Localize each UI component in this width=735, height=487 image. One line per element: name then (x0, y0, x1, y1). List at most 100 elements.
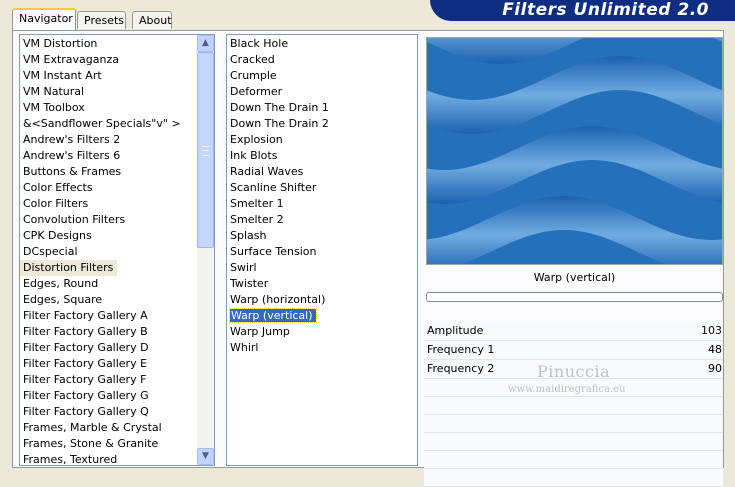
category-item[interactable]: Frames, Marble & Crystal (20, 420, 214, 436)
filter-item-label: Down The Drain 2 (230, 117, 329, 130)
param-row-amplitude[interactable]: Amplitude 103 (424, 322, 723, 341)
category-item[interactable]: Buttons & Frames (20, 164, 214, 180)
filter-item-label: Swirl (230, 261, 257, 274)
filter-item[interactable]: Warp Jump (227, 324, 417, 340)
category-item[interactable]: Frames, Textured (20, 452, 214, 465)
filter-item-label: Twister (230, 277, 269, 290)
filter-item[interactable]: Smelter 2 (227, 212, 417, 228)
filter-item[interactable]: Radial Waves (227, 164, 417, 180)
category-item[interactable]: VM Instant Art (20, 68, 214, 84)
filter-item[interactable]: Deformer (227, 84, 417, 100)
scroll-down-button[interactable]: ▼ (197, 448, 214, 465)
filter-item[interactable]: Smelter 1 (227, 196, 417, 212)
category-item[interactable]: Andrew's Filters 6 (20, 148, 214, 164)
filter-item-label: Cracked (230, 53, 275, 66)
parameter-table: Amplitude 103 Frequency 1 48 Frequency 2… (424, 322, 723, 487)
filter-item[interactable]: Scanline Shifter (227, 180, 417, 196)
param-name: Frequency 1 (427, 343, 495, 356)
param-value[interactable]: 103 (701, 322, 722, 340)
filter-item-label: Black Hole (230, 37, 289, 50)
filter-item-label: Smelter 2 (230, 213, 284, 226)
filter-item[interactable]: Down The Drain 1 (227, 100, 417, 116)
filter-item[interactable]: Explosion (227, 132, 417, 148)
chevron-down-icon: ▼ (202, 451, 209, 461)
scroll-thumb[interactable] (197, 52, 214, 248)
filter-item[interactable]: Swirl (227, 260, 417, 276)
filter-item[interactable]: Whirl (227, 340, 417, 356)
filter-item-label: Whirl (230, 341, 259, 354)
category-item[interactable]: Color Effects (20, 180, 214, 196)
title-banner: Filters Unlimited 2.0 (430, 0, 735, 21)
filter-item-label: Explosion (230, 133, 283, 146)
category-item[interactable]: Frames, Stone & Granite (20, 436, 214, 452)
tab-presets[interactable]: Presets (77, 11, 126, 29)
filter-item-label: Down The Drain 1 (230, 101, 329, 114)
empty-param-row (424, 433, 723, 451)
category-item[interactable]: Filter Factory Gallery G (20, 388, 214, 404)
category-item[interactable]: Convolution Filters (20, 212, 214, 228)
category-list[interactable]: VM Distortion VM Extravaganza VM Instant A… (19, 34, 215, 466)
category-item[interactable]: Filter Factory Gallery F (20, 372, 214, 388)
preview-image (426, 37, 723, 265)
category-item[interactable]: CPK Designs (20, 228, 214, 244)
category-item[interactable]: &<Sandflower Specials"v" > (20, 116, 214, 132)
filter-item-label: Radial Waves (230, 165, 304, 178)
chevron-up-icon: ▲ (202, 38, 209, 48)
category-item[interactable]: Andrew's Filters 2 (20, 132, 214, 148)
filter-item[interactable]: Crumple (227, 68, 417, 84)
preview-wave-image (427, 38, 722, 264)
param-name: Frequency 2 (427, 362, 495, 375)
filter-item-label: Ink Blots (230, 149, 278, 162)
category-item[interactable]: Filter Factory Gallery B (20, 324, 214, 340)
filter-item[interactable]: Cracked (227, 52, 417, 68)
watermark-url: www.maidiregrafica.eu (508, 384, 626, 395)
filter-item-label: Warp (vertical) (229, 308, 317, 323)
watermark-name: Pinuccia (537, 362, 611, 381)
filter-item[interactable]: Twister (227, 276, 417, 292)
category-item[interactable]: Edges, Round (20, 276, 214, 292)
category-item[interactable]: Color Filters (20, 196, 214, 212)
category-item[interactable]: VM Distortion (20, 36, 214, 52)
category-scrollbar[interactable]: ▲ ▼ (197, 35, 214, 465)
filter-item[interactable]: Warp (vertical) (227, 308, 417, 324)
empty-param-row (424, 415, 723, 433)
empty-param-row (424, 451, 723, 469)
filter-item-label: Scanline Shifter (230, 181, 317, 194)
category-item[interactable]: Filter Factory Gallery E (20, 356, 214, 372)
scroll-up-button[interactable]: ▲ (197, 35, 214, 52)
tab-about[interactable]: About (132, 11, 172, 29)
tab-navigator[interactable]: Navigator (12, 8, 76, 30)
filter-item[interactable]: Warp (horizontal) (227, 292, 417, 308)
category-item[interactable]: VM Natural (20, 84, 214, 100)
param-value[interactable]: 90 (708, 360, 722, 378)
filter-item-label: Surface Tension (230, 245, 317, 258)
category-item[interactable]: VM Toolbox (20, 100, 214, 116)
preview-filter-label: Warp (vertical) (533, 271, 616, 284)
category-item[interactable]: VM Extravaganza (20, 52, 214, 68)
category-item[interactable]: Filter Factory Gallery D (20, 340, 214, 356)
filter-item-label: Warp (horizontal) (230, 293, 326, 306)
grip-icon (202, 146, 209, 156)
category-item[interactable]: Filter Factory Gallery Q (20, 404, 214, 420)
param-row-frequency-1[interactable]: Frequency 1 48 (424, 341, 723, 360)
filter-item[interactable]: Down The Drain 2 (227, 116, 417, 132)
param-value[interactable]: 48 (708, 341, 722, 359)
filter-item-label: Smelter 1 (230, 197, 284, 210)
app-title: Filters Unlimited 2.0 (502, 0, 709, 20)
filter-item[interactable]: Ink Blots (227, 148, 417, 164)
category-item[interactable]: Distortion Filters (20, 260, 118, 276)
filter-item[interactable]: Splash (227, 228, 417, 244)
category-item[interactable]: Filter Factory Gallery A (20, 308, 214, 324)
empty-param-row (424, 397, 723, 415)
filter-item[interactable]: Surface Tension (227, 244, 417, 260)
filter-item-label: Splash (230, 229, 267, 242)
filter-item[interactable]: Black Hole (227, 36, 417, 52)
param-name: Amplitude (427, 324, 484, 337)
filter-item-label: Deformer (230, 85, 283, 98)
filter-list[interactable]: Black Hole Cracked Crumple Deformer Down The… (226, 34, 418, 466)
empty-param-row (424, 469, 723, 487)
category-item[interactable]: Edges, Square (20, 292, 214, 308)
category-item[interactable]: DCspecial (20, 244, 214, 260)
progress-bar (426, 292, 723, 302)
filter-item-label: Crumple (230, 69, 277, 82)
